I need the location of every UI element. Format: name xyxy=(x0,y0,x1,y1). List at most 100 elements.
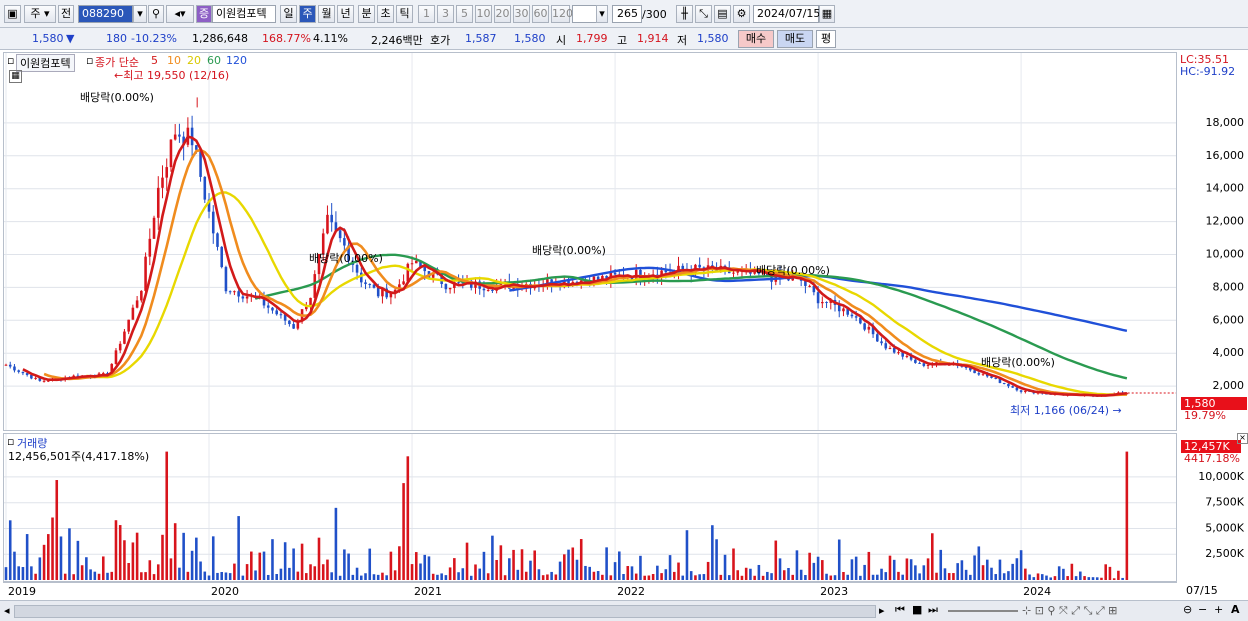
zoom-plus-icon[interactable]: + xyxy=(1214,603,1223,616)
current-price: 1,580 xyxy=(32,32,64,45)
volume-bar xyxy=(237,516,240,580)
volume-bar xyxy=(533,550,536,580)
gear-icon[interactable]: ⚙ xyxy=(733,5,750,23)
calendar-icon[interactable]: ▦ xyxy=(819,5,835,23)
open-value: 1,799 xyxy=(576,32,608,45)
volume-bar xyxy=(660,573,663,580)
volume-bar xyxy=(931,533,934,580)
volume-chart-svg[interactable] xyxy=(4,434,1176,581)
table-icon[interactable]: ▦ xyxy=(9,70,22,83)
volume-bar xyxy=(1032,577,1036,580)
code-input[interactable]: 088290 xyxy=(78,5,133,23)
tab-month[interactable]: 월 xyxy=(318,5,335,23)
volume-bar xyxy=(757,564,761,580)
volume-bar xyxy=(897,571,900,580)
zoom-minus-icon[interactable]: − xyxy=(1198,603,1207,616)
search-icon[interactable]: ⚲ xyxy=(148,5,164,23)
volume-bar xyxy=(833,575,837,580)
num-5[interactable]: 5 xyxy=(456,5,473,23)
volume-bar xyxy=(698,574,701,580)
zoom-slider[interactable] xyxy=(948,610,1018,612)
volume-bar xyxy=(148,560,152,580)
candle-body xyxy=(127,319,130,332)
volume-bar xyxy=(351,574,355,580)
candle-icon[interactable]: ╫ xyxy=(676,5,693,23)
tab-minute[interactable]: 분 xyxy=(358,5,375,23)
num-120[interactable]: 120 xyxy=(551,5,573,23)
volume-bar xyxy=(1083,576,1086,580)
tab-second[interactable]: 초 xyxy=(377,5,394,23)
eval-button[interactable]: 평 xyxy=(816,30,836,48)
tab-year[interactable]: 년 xyxy=(337,5,354,23)
price-axis[interactable]: 2,000 4,000 6,000 8,000 10,000 12,000 14,000 16… xyxy=(1178,52,1248,431)
date-input[interactable]: 2024/07/15 xyxy=(753,5,820,23)
close-pane-icon[interactable]: × xyxy=(1237,433,1248,444)
first-page-icon[interactable]: ⏮ xyxy=(895,603,905,617)
candle-body xyxy=(482,288,486,291)
hoga-bid: 1,580 xyxy=(514,32,546,45)
dividend-note-5: 배당락(0.00%) xyxy=(981,356,1055,369)
tab-day[interactable]: 일 xyxy=(280,5,297,23)
num-1[interactable]: 1 xyxy=(418,5,435,23)
tab-week[interactable]: 주 xyxy=(299,5,316,23)
volume-bar xyxy=(812,562,816,580)
speaker-icon[interactable]: ◂▾ xyxy=(166,5,194,23)
period-select[interactable]: 주 ▾ xyxy=(24,5,56,23)
num-3[interactable]: 3 xyxy=(437,5,454,23)
volume-bar xyxy=(93,571,97,580)
candle-body xyxy=(1007,383,1010,387)
volume-bar xyxy=(1066,576,1069,580)
font-size-icon[interactable]: A xyxy=(1231,603,1240,616)
custom-dropdown-icon[interactable]: ▾ xyxy=(596,5,608,23)
num-60[interactable]: 60 xyxy=(532,5,549,23)
zoom-in-icon[interactable]: ⊖ xyxy=(1183,603,1192,616)
window-icon[interactable]: ▣ xyxy=(4,5,21,23)
drawing-tools-icons[interactable]: ⊹ ⊡ ⚲ ⤧ ⤢ ⤡ ⤢ ⊞ xyxy=(1022,604,1117,618)
candle-body xyxy=(148,238,152,257)
num-20[interactable]: 20 xyxy=(494,5,511,23)
stop-icon[interactable]: ■ xyxy=(912,603,922,616)
volume-bar xyxy=(854,556,858,580)
volume-bar xyxy=(34,573,37,580)
price-tick-label: 10,000 xyxy=(1206,248,1245,261)
volume-bar xyxy=(258,552,262,580)
volume-bar xyxy=(1121,577,1124,580)
scroll-left-icon[interactable]: ◂ xyxy=(4,604,10,617)
volume-bar xyxy=(292,548,295,580)
volume-bar xyxy=(664,569,668,580)
volume-bar xyxy=(1087,577,1091,580)
candle-body xyxy=(292,324,295,329)
volume-bar xyxy=(186,571,190,580)
tool-icon[interactable]: ⤡ xyxy=(695,5,712,23)
stock-name[interactable]: 이원컴포텍 xyxy=(212,5,276,23)
volume-bar xyxy=(51,517,54,580)
pane-menu-icon[interactable]: ▫ xyxy=(7,54,14,67)
candle-body xyxy=(34,377,37,379)
volume-bar xyxy=(918,573,921,580)
count-input[interactable]: 265 xyxy=(612,5,642,23)
volume-bar xyxy=(355,567,359,580)
volume-axis[interactable]: 2,500K 5,000K 7,500K 10,000K 12,457K 4417.1… xyxy=(1178,433,1248,582)
last-page-icon[interactable]: ⏭ xyxy=(928,603,938,617)
num-30[interactable]: 30 xyxy=(513,5,530,23)
volume-bar xyxy=(956,563,959,580)
volume-bar xyxy=(520,549,524,580)
buy-button[interactable]: 매수 xyxy=(738,30,774,48)
tab-tick[interactable]: 틱 xyxy=(396,5,413,23)
code-dropdown-icon[interactable]: ▾ xyxy=(133,5,147,23)
candle-body xyxy=(444,284,448,290)
scrollbar-track[interactable] xyxy=(14,605,876,618)
scroll-right-icon[interactable]: ▸ xyxy=(879,604,885,617)
save-icon[interactable]: ▤ xyxy=(714,5,731,23)
candle-body xyxy=(973,370,976,374)
sell-button[interactable]: 매도 xyxy=(777,30,813,48)
volume-bar xyxy=(68,528,71,580)
volume-menu-icon[interactable]: ▫ xyxy=(7,435,14,448)
ma-legend-10: 10 xyxy=(167,54,181,67)
num-10[interactable]: 10 xyxy=(475,5,492,23)
volume-bar xyxy=(250,551,253,580)
prev-button[interactable]: 전 xyxy=(58,5,74,23)
volume-bar xyxy=(326,559,329,580)
change-arrow-icon: ▼ xyxy=(66,32,75,45)
candle-body xyxy=(994,377,998,379)
